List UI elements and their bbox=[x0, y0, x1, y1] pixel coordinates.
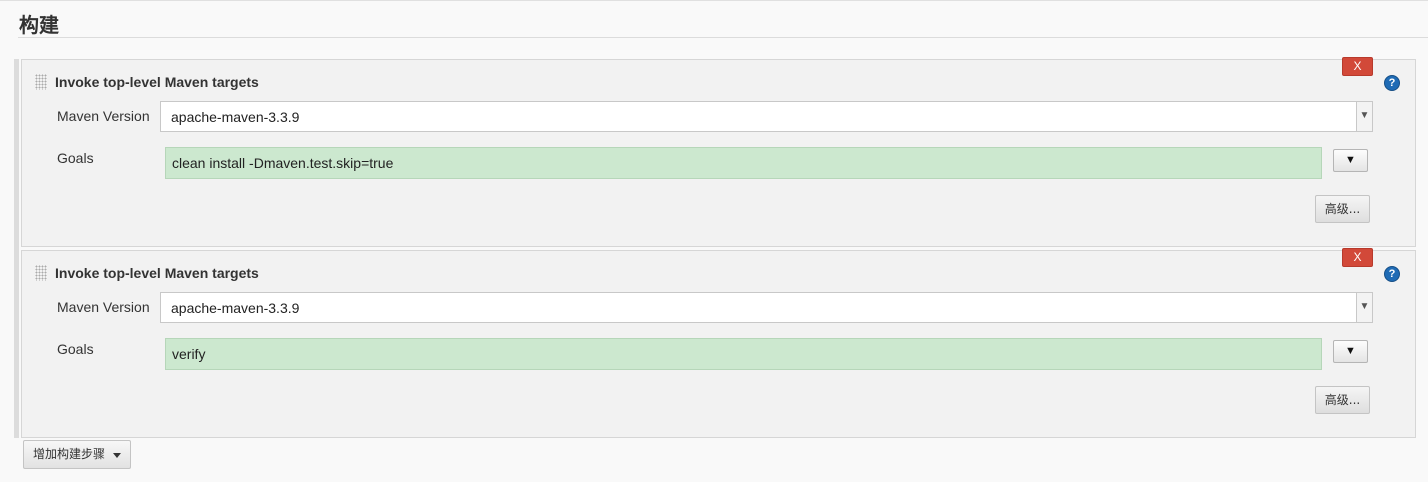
section-left-bar bbox=[14, 59, 19, 438]
drag-handle-icon[interactable] bbox=[35, 265, 47, 281]
advanced-button[interactable]: 高级... bbox=[1315, 195, 1370, 223]
step-title: Invoke top-level Maven targets bbox=[55, 265, 259, 281]
section-divider bbox=[18, 37, 1428, 38]
chevron-down-icon[interactable]: ▼ bbox=[1356, 293, 1372, 322]
expand-goals-button[interactable]: ▼ bbox=[1333, 149, 1368, 172]
drag-handle-icon[interactable] bbox=[35, 74, 47, 90]
expand-goals-button[interactable]: ▼ bbox=[1333, 340, 1368, 363]
goals-input[interactable]: clean install -Dmaven.test.skip=true bbox=[165, 147, 1322, 179]
help-icon[interactable]: ? bbox=[1384, 266, 1400, 282]
goals-label: Goals bbox=[57, 341, 94, 357]
maven-version-select[interactable]: apache-maven-3.3.9 ▼ bbox=[160, 292, 1373, 323]
top-divider bbox=[0, 0, 1428, 1]
add-build-step-label: 增加构建步骤 bbox=[33, 447, 106, 461]
help-icon[interactable]: ? bbox=[1384, 75, 1400, 91]
section-title: 构建 bbox=[19, 13, 59, 37]
caret-down-icon bbox=[113, 453, 121, 458]
build-config-page: 构建 Invoke top-level Maven targets X ? Ma… bbox=[0, 0, 1428, 482]
add-build-step-button[interactable]: 增加构建步骤 bbox=[23, 440, 131, 469]
goals-input[interactable]: verify bbox=[165, 338, 1322, 370]
maven-version-value: apache-maven-3.3.9 bbox=[171, 109, 300, 125]
step-title: Invoke top-level Maven targets bbox=[55, 74, 259, 90]
advanced-button[interactable]: 高级... bbox=[1315, 386, 1370, 414]
maven-version-value: apache-maven-3.3.9 bbox=[171, 300, 300, 316]
delete-step-button[interactable]: X bbox=[1342, 57, 1373, 76]
goals-label: Goals bbox=[57, 150, 94, 166]
chevron-down-icon[interactable]: ▼ bbox=[1356, 102, 1372, 131]
build-step-1: Invoke top-level Maven targets X ? Maven… bbox=[21, 57, 1416, 247]
delete-step-button[interactable]: X bbox=[1342, 248, 1373, 267]
maven-version-label: Maven Version bbox=[57, 108, 150, 124]
maven-version-select[interactable]: apache-maven-3.3.9 ▼ bbox=[160, 101, 1373, 132]
build-step-2: Invoke top-level Maven targets X ? Maven… bbox=[21, 248, 1416, 438]
maven-version-label: Maven Version bbox=[57, 299, 150, 315]
